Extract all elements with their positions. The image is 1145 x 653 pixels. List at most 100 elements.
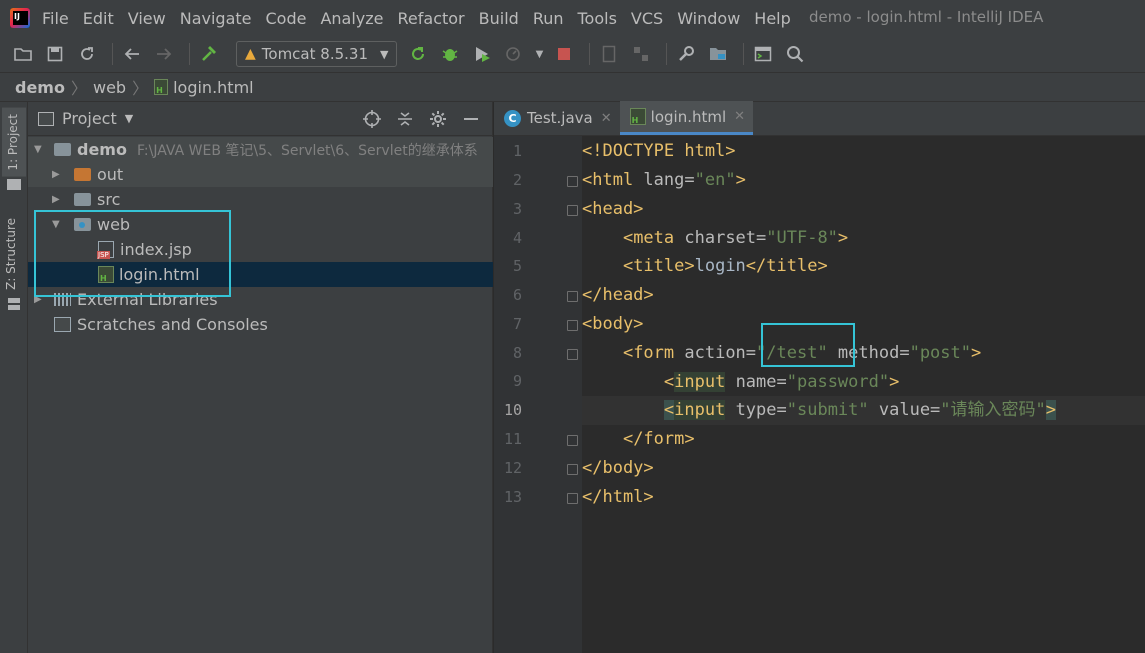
code-line-7[interactable]: <body>: [582, 310, 1145, 339]
code-token: "password": [786, 372, 890, 392]
chevron-down-icon[interactable]: ▼: [533, 41, 545, 67]
collapse-all-icon[interactable]: [392, 108, 418, 130]
line-number: 4: [512, 229, 522, 247]
collapsed-arrow-icon[interactable]: ▶: [52, 169, 66, 180]
toolbar-separator: [666, 43, 668, 65]
code-line-12[interactable]: </body>: [582, 454, 1145, 483]
breadcrumb-project[interactable]: demo: [15, 78, 65, 97]
back-arrow-icon[interactable]: [119, 41, 145, 67]
components-icon[interactable]: [628, 41, 654, 67]
tree-item-label: src: [97, 190, 121, 209]
code-line-6[interactable]: </head>: [582, 281, 1145, 310]
terminal-icon[interactable]: [750, 41, 776, 67]
project-view-icon: [38, 111, 54, 126]
html-file-icon: [629, 108, 646, 125]
line-number: 1: [512, 142, 522, 160]
tool-tab-project[interactable]: 1: Project: [2, 108, 26, 177]
tab-login-html[interactable]: login.html ✕: [619, 101, 754, 135]
code-line-2[interactable]: <html lang="en">: [582, 166, 1145, 195]
code-token: <title>: [622, 256, 695, 276]
menu-code[interactable]: Code: [266, 9, 307, 28]
search-icon[interactable]: [782, 41, 808, 67]
menu-help[interactable]: Help: [754, 9, 790, 28]
code-token: >: [971, 343, 982, 363]
wrench-icon[interactable]: [673, 41, 699, 67]
intellij-logo-icon: [10, 8, 30, 28]
chevron-down-icon[interactable]: ▼: [125, 112, 133, 125]
sync-icon[interactable]: [74, 41, 100, 67]
device-icon[interactable]: [596, 41, 622, 67]
menu-window[interactable]: Window: [677, 9, 740, 28]
menu-view[interactable]: View: [128, 9, 166, 28]
close-icon[interactable]: ✕: [601, 111, 612, 126]
code-line-13[interactable]: </html>: [582, 483, 1145, 512]
tab-test-java[interactable]: C Test.java ✕: [494, 101, 620, 135]
locate-crosshair-icon[interactable]: [359, 108, 385, 130]
code-token: type=: [725, 400, 787, 420]
menu-navigate[interactable]: Navigate: [180, 9, 252, 28]
tool-tab-structure[interactable]: Z: Structure: [4, 218, 18, 290]
tool-tab-structure-label: Z: Structure: [4, 218, 18, 290]
menu-file[interactable]: File: [42, 9, 69, 28]
open-folder-icon[interactable]: [10, 41, 36, 67]
breadcrumb-file[interactable]: login.html: [173, 78, 254, 97]
fold-marker-icon[interactable]: [567, 349, 578, 360]
code-token: <form: [622, 343, 685, 363]
breadcrumb-folder[interactable]: web: [93, 78, 126, 97]
gear-icon[interactable]: [425, 108, 451, 130]
fold-marker-icon[interactable]: [567, 435, 578, 446]
expand-arrow-icon[interactable]: ▼: [34, 144, 48, 155]
menu-vcs[interactable]: VCS: [631, 9, 663, 28]
tree-item-out[interactable]: ▶ out: [28, 162, 493, 187]
menu-build[interactable]: Build: [479, 9, 519, 28]
code-token: login: [694, 256, 746, 276]
fold-marker-icon[interactable]: [567, 493, 578, 504]
code-line-11[interactable]: </form>: [582, 425, 1145, 454]
menu-refactor[interactable]: Refactor: [398, 9, 465, 28]
code-line-3[interactable]: <head>: [582, 195, 1145, 224]
highlight-box: [761, 323, 855, 367]
debug-bug-icon[interactable]: [437, 41, 463, 67]
code-line-5[interactable]: <title>login</title>: [582, 252, 1145, 281]
code-token: >: [889, 372, 900, 392]
fold-marker-icon[interactable]: [567, 291, 578, 302]
tree-item-demo[interactable]: ▼ demo F:\JAVA WEB 笔记\5、Servlet\6、Servle…: [28, 137, 493, 162]
menu-edit[interactable]: Edit: [83, 9, 114, 28]
build-hammer-icon[interactable]: [196, 41, 222, 67]
line-number: 3: [512, 200, 522, 218]
run-configuration-label: Tomcat 8.5.31: [261, 45, 368, 63]
rerun-icon[interactable]: [405, 41, 431, 67]
save-icon[interactable]: [42, 41, 68, 67]
main-toolbar: ▲ Tomcat 8.5.31 ▼ ▼: [0, 36, 1145, 72]
menu-run[interactable]: Run: [533, 9, 564, 28]
menu-analyze[interactable]: Analyze: [320, 9, 383, 28]
run-configuration-dropdown[interactable]: ▲ Tomcat 8.5.31 ▼: [236, 41, 398, 67]
fold-marker-icon[interactable]: [567, 464, 578, 475]
fold-marker-icon[interactable]: [567, 176, 578, 187]
profiler-icon[interactable]: [501, 41, 527, 67]
code-line-4[interactable]: <meta charset="UTF-8">: [582, 224, 1145, 253]
forward-arrow-icon[interactable]: [151, 41, 177, 67]
line-number: 8: [512, 344, 522, 362]
close-icon[interactable]: ✕: [734, 109, 745, 124]
stop-icon[interactable]: [551, 41, 577, 67]
project-panel-title[interactable]: Project: [62, 109, 117, 128]
toolbar-separator: [589, 43, 591, 65]
code-token: value=: [868, 400, 941, 420]
line-number: 9: [512, 372, 522, 390]
fold-marker-icon[interactable]: [567, 205, 578, 216]
menu-tools[interactable]: Tools: [578, 9, 617, 28]
code-line-10[interactable]: <input type="submit" value="请输入密码">: [582, 396, 1145, 425]
run-with-coverage-icon[interactable]: [469, 41, 495, 67]
fold-marker-icon[interactable]: [567, 320, 578, 331]
code-line-8[interactable]: <form action="/test" method="post">: [582, 339, 1145, 368]
code-line-1[interactable]: <!DOCTYPE html>: [582, 137, 1145, 166]
code-token: <head>: [582, 199, 644, 219]
project-structure-icon[interactable]: [705, 41, 731, 67]
code-line-9[interactable]: <input name="password">: [582, 368, 1145, 397]
tree-item-scratches[interactable]: Scratches and Consoles: [28, 312, 493, 337]
tree-item-src[interactable]: ▶ src: [28, 187, 493, 212]
line-number: 2: [512, 171, 522, 189]
hide-panel-icon[interactable]: [458, 108, 484, 130]
collapsed-arrow-icon[interactable]: ▶: [52, 194, 66, 205]
